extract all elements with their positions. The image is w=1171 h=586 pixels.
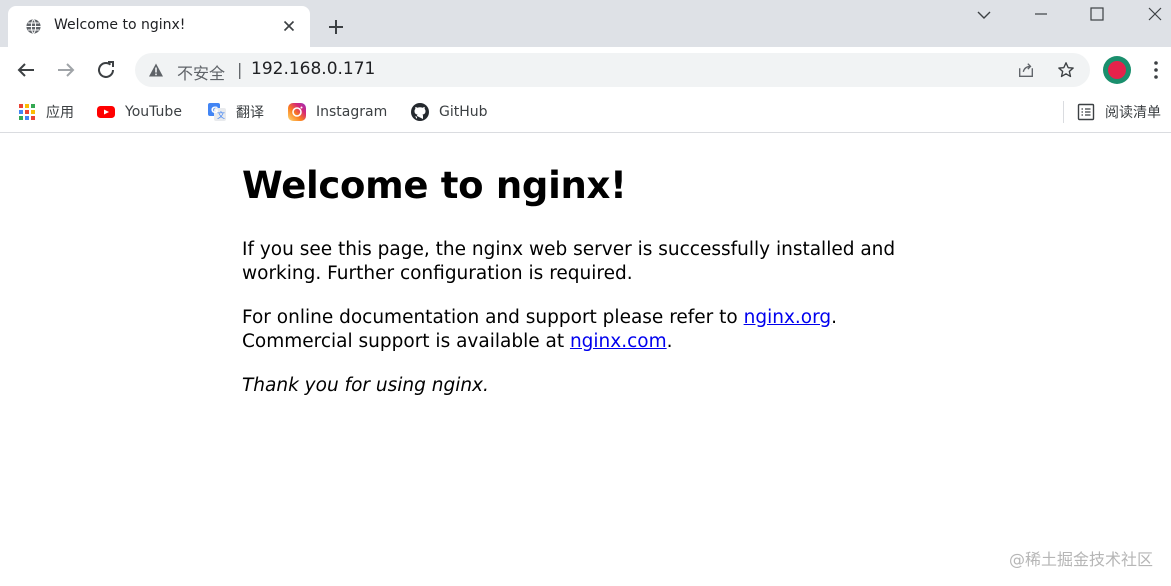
bookmarks-divider [1063, 101, 1064, 123]
svg-text:文: 文 [217, 110, 225, 120]
reload-icon[interactable] [94, 58, 118, 82]
browser-toolbar: 不安全 | 192.168.0.171 [0, 47, 1171, 93]
close-window-icon[interactable] [1145, 4, 1165, 24]
translate-icon: G 文 [208, 103, 226, 121]
docs-text-period: . [831, 307, 838, 328]
avatar-image [1108, 61, 1126, 79]
commercial-text-period: . [666, 331, 673, 352]
bookmark-youtube[interactable]: YouTube [96, 101, 182, 123]
bookmark-star-icon[interactable] [1057, 61, 1075, 79]
nginx-com-link[interactable]: nginx.com [570, 331, 667, 352]
tab-title: Welcome to nginx! [54, 17, 186, 33]
bookmark-label: 翻译 [236, 105, 264, 121]
globe-icon [26, 19, 41, 34]
github-icon [411, 103, 429, 121]
instagram-icon [288, 103, 306, 121]
nginx-org-link[interactable]: nginx.org [744, 307, 832, 328]
reading-list[interactable]: 阅读清单 [1077, 101, 1161, 123]
more-menu-icon[interactable] [1148, 59, 1164, 81]
reading-list-icon [1077, 103, 1095, 121]
profile-avatar[interactable] [1103, 56, 1131, 84]
tab-search-chevron-icon[interactable] [974, 4, 994, 24]
warning-icon[interactable] [148, 62, 164, 78]
bookmark-translate[interactable]: G 文 翻译 [207, 101, 264, 123]
tab-active[interactable]: Welcome to nginx! [8, 6, 310, 47]
thanks-paragraph: Thank you for using nginx. [242, 374, 942, 398]
new-tab-icon[interactable] [326, 17, 346, 37]
share-icon[interactable] [1017, 61, 1035, 79]
docs-paragraph: For online documentation and support ple… [242, 306, 942, 354]
url-text[interactable]: 192.168.0.171 [251, 59, 375, 79]
intro-text: If you see this page, the nginx web serv… [242, 239, 896, 284]
bookmark-instagram[interactable]: Instagram [287, 101, 387, 123]
watermark: @稀土掘金技术社区 [1008, 550, 1153, 569]
tab-strip: Welcome to nginx! [0, 0, 1171, 47]
bookmark-apps[interactable]: 应用 [17, 101, 74, 123]
commercial-text-prefix: Commercial support is available at [242, 331, 570, 352]
close-tab-icon[interactable] [281, 18, 297, 34]
forward-arrow-icon[interactable] [54, 58, 78, 82]
apps-grid-icon [19, 104, 35, 120]
page-content: Welcome to nginx! If you see this page, … [242, 134, 942, 398]
reading-list-label: 阅读清单 [1105, 105, 1161, 121]
maximize-icon[interactable] [1087, 4, 1107, 24]
bookmark-label: Instagram [316, 104, 388, 120]
back-arrow-icon[interactable] [14, 58, 38, 82]
bookmark-label: 应用 [46, 105, 74, 121]
bookmarks-bar: 应用 YouTube G 文 翻译 Instagram GitHub 阅读清单 [0, 93, 1171, 133]
docs-text-prefix: For online documentation and support ple… [242, 307, 744, 328]
security-status-text[interactable]: 不安全 [177, 60, 225, 84]
address-bar[interactable]: 不安全 | 192.168.0.171 [135, 53, 1090, 87]
security-separator: | [237, 60, 243, 79]
minimize-icon[interactable] [1031, 4, 1051, 24]
bookmark-label: YouTube [125, 104, 182, 120]
intro-paragraph: If you see this page, the nginx web serv… [242, 238, 942, 286]
bookmark-github[interactable]: GitHub [410, 101, 488, 123]
thanks-text: Thank you for using nginx. [242, 375, 489, 396]
page-heading: Welcome to nginx! [242, 164, 627, 207]
bookmark-label: GitHub [439, 104, 488, 120]
youtube-icon [97, 106, 115, 118]
